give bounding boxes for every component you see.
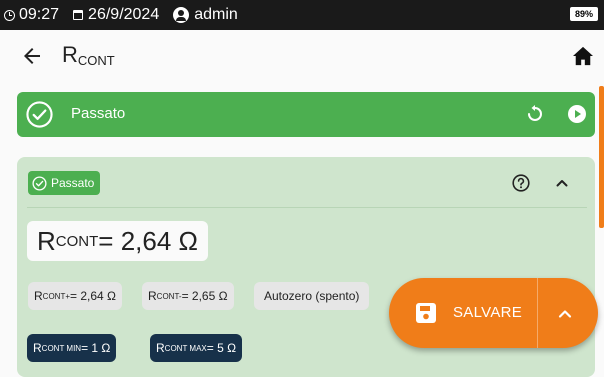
page-title: RCONT [62,42,115,68]
tag-value: = 2,65 Ω [181,289,228,303]
result-label: Passato [71,105,126,122]
tag-symbol: R [156,341,165,355]
chevron-up-icon[interactable] [555,176,569,190]
autozero-label: Autozero (spento) [264,289,360,303]
check-circle-icon [32,175,47,191]
rcont-minus-tag: R CONT- = 2,65 Ω [142,282,234,310]
status-user: admin [194,6,238,23]
reading-symbol: R [37,225,56,256]
app-bar: RCONT [0,30,604,82]
help-icon[interactable] [512,174,530,192]
tag-value: = 2,64 Ω [70,289,117,303]
tag-value: = 5 Ω [206,341,237,355]
main-reading: R CONT = 2,64 Ω [27,221,208,261]
save-fab: SALVARE [389,278,598,348]
status-chip-label: Passato [51,176,95,190]
calendar-icon [73,10,84,20]
page-title-sub: CONT [77,53,115,68]
battery-indicator: 89% [570,7,598,21]
reading-symbol-sub: CONT [55,232,99,250]
status-date: 26/9/2024 [88,6,160,23]
home-icon[interactable] [572,46,594,66]
save-icon[interactable] [415,302,437,324]
status-time: 09:27 [19,6,60,23]
divider [27,207,587,208]
autozero-tag: Autozero (spento) [254,282,370,310]
tag-sub: CONT MAX [164,343,207,353]
status-bar: 09:27 26/9/2024 admin 89% [0,0,604,30]
scrollbar[interactable] [599,86,604,228]
reset-icon[interactable] [525,104,545,124]
tag-sub: CONT+ [42,291,71,301]
back-arrow-icon[interactable] [20,44,44,68]
play-icon[interactable] [567,104,587,124]
fab-divider [537,278,538,348]
tag-symbol: R [148,289,157,303]
tag-value: = 1 Ω [81,341,111,355]
tag-sub: CONT MIN [41,343,82,353]
tag-sub: CONT- [156,291,182,301]
page-title-main: R [62,42,78,67]
tag-symbol: R [33,341,42,355]
tag-symbol: R [34,289,43,303]
status-chip: Passato [28,171,101,195]
check-circle-icon [26,101,53,128]
user-icon [173,7,190,23]
rcont-plus-tag: R CONT+ = 2,64 Ω [28,282,123,310]
reading-value: = 2,64 Ω [98,225,198,256]
chevron-up-icon[interactable] [557,306,573,322]
save-button[interactable]: SALVARE [453,304,522,321]
result-banner: Passato [17,92,595,137]
clock-icon [4,9,15,21]
